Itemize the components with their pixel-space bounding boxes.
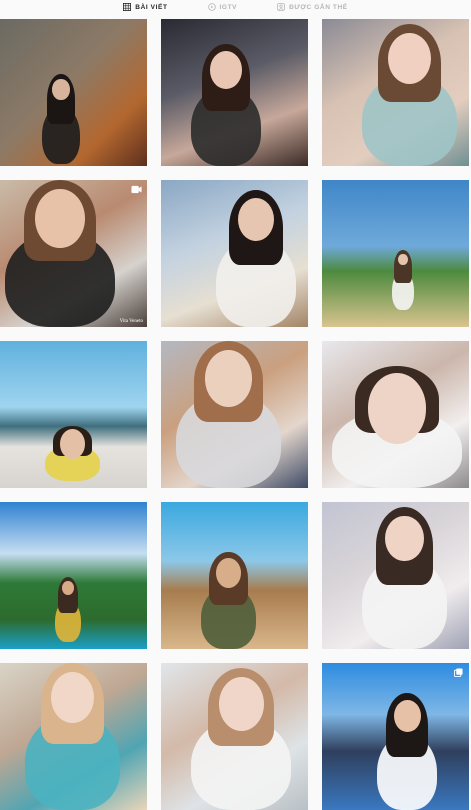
post-thumbnail[interactable] <box>161 502 308 649</box>
multiple-photos-icon <box>454 668 463 677</box>
post-thumbnail[interactable] <box>0 19 147 166</box>
post-thumbnail[interactable] <box>0 663 147 810</box>
post-thumbnail[interactable] <box>161 19 308 166</box>
photo-subject-face <box>62 580 74 595</box>
photo-subject-face <box>216 557 241 588</box>
tagged-icon <box>277 3 285 11</box>
post-thumbnail[interactable]: Vita Veneto <box>0 180 147 327</box>
profile-tabs: BÀI VIẾT IGTV ĐƯỢC GẮN THẺ <box>0 0 471 14</box>
post-thumbnail[interactable] <box>322 180 469 327</box>
post-thumbnail[interactable] <box>322 502 469 649</box>
photo-subject-face <box>204 349 253 407</box>
tab-posts-label: BÀI VIẾT <box>135 3 168 11</box>
video-icon <box>131 185 142 194</box>
photo-caption-text: Vita Veneto <box>119 319 143 324</box>
photo-subject-face <box>393 700 421 733</box>
photo-subject-face <box>52 79 70 100</box>
photo-subject-face <box>210 51 242 90</box>
post-thumbnail[interactable] <box>161 180 308 327</box>
post-thumbnail[interactable] <box>322 19 469 166</box>
tab-igtv-label: IGTV <box>219 3 238 11</box>
tab-posts[interactable]: BÀI VIẾT <box>123 3 167 11</box>
grid-icon <box>123 3 132 11</box>
post-thumbnail[interactable] <box>322 663 469 810</box>
post-thumbnail[interactable] <box>0 502 147 649</box>
post-thumbnail[interactable] <box>322 341 469 488</box>
photo-subject-face <box>35 188 85 249</box>
posts-grid: Vita Veneto <box>0 19 469 810</box>
post-thumbnail[interactable] <box>161 341 308 488</box>
tab-tagged[interactable]: ĐƯỢC GẮN THẺ <box>277 3 348 11</box>
tab-tagged-label: ĐƯỢC GẮN THẺ <box>289 3 348 11</box>
photo-subject-face <box>60 429 85 459</box>
tab-igtv[interactable]: IGTV <box>207 3 238 11</box>
photo-subject-face <box>51 671 94 724</box>
post-thumbnail[interactable] <box>161 663 308 810</box>
photo-subject-face <box>385 515 424 562</box>
photo-subject-face <box>218 676 264 731</box>
igtv-icon <box>207 3 216 11</box>
photo-subject-face <box>367 373 427 444</box>
photo-subject-face <box>388 32 431 84</box>
post-thumbnail[interactable] <box>0 341 147 488</box>
